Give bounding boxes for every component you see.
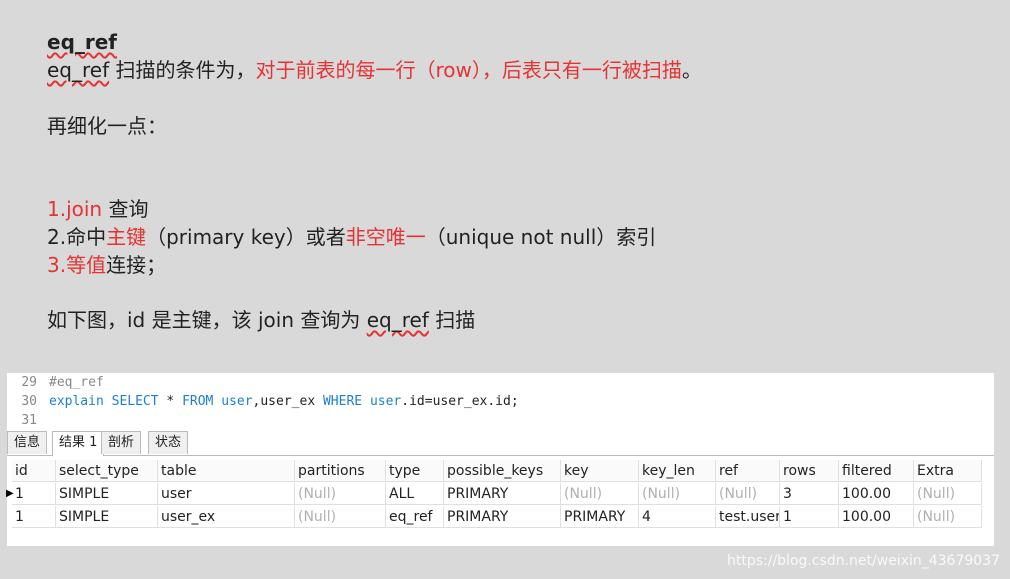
line-number: 29	[21, 375, 37, 390]
table-cell[interactable]: 4	[639, 506, 716, 528]
table-cell[interactable]: user_ex	[158, 506, 295, 528]
sql-keyword: SELECT	[103, 394, 159, 409]
column-header[interactable]: filtered	[839, 460, 914, 482]
line1-end: 。	[681, 58, 702, 82]
editor-line: 31	[7, 412, 994, 425]
table-cell-null[interactable]: (Null)	[716, 483, 780, 505]
table-cell-null[interactable]: (Null)	[561, 483, 639, 505]
tab-info[interactable]: 信息	[7, 431, 48, 454]
lastline-term: eq_ref	[366, 308, 429, 332]
table-cell-null[interactable]: (Null)	[639, 483, 716, 505]
column-header[interactable]: possible_keys	[444, 460, 561, 482]
column-header[interactable]: partitions	[295, 460, 386, 482]
column-header[interactable]: table	[158, 460, 295, 482]
sql-identifier: user	[362, 394, 402, 409]
table-cell[interactable]: PRIMARY	[561, 506, 639, 528]
query-panel: 29 #eq_ref 30 explain SELECT * FROM user,u…	[6, 373, 994, 546]
table-row[interactable]: 1 SIMPLE user_ex (Null) eq_ref PRIMARY P…	[12, 506, 982, 528]
table-cell[interactable]: test.user.	[716, 506, 780, 528]
table-cell[interactable]: 3	[780, 483, 839, 505]
table-row[interactable]: ▶ 1 SIMPLE user (Null) ALL PRIMARY (Null…	[6, 483, 982, 505]
heading: eq_ref	[47, 30, 118, 54]
tab-profile[interactable]: 剖析	[101, 431, 142, 454]
item3-red: 3.等值	[47, 253, 107, 277]
editor-line: 30 explain SELECT * FROM user,user_ex WHE…	[7, 393, 994, 411]
table-cell-null[interactable]: (Null)	[295, 506, 386, 528]
item1-rest: 查询	[102, 197, 149, 221]
table-cell[interactable]: 100.00	[839, 506, 914, 528]
result-tabs: 信息 结果 1 剖析 状态	[7, 429, 994, 456]
column-header[interactable]: key	[561, 460, 639, 482]
table-cell[interactable]: eq_ref	[386, 506, 444, 528]
table-cell[interactable]: PRIMARY	[444, 506, 561, 528]
sql-token: *	[158, 394, 183, 409]
line-number: 30	[21, 394, 37, 409]
column-header[interactable]: rows	[780, 460, 839, 482]
line2: 再细化一点：	[47, 114, 167, 138]
table-cell[interactable]: 100.00	[839, 483, 914, 505]
sql-comment: #eq_ref	[49, 375, 104, 390]
table-cell[interactable]: PRIMARY	[444, 483, 561, 505]
item2-red2: 非空唯一	[345, 225, 426, 249]
item1-num: 1.join	[47, 197, 103, 221]
sql-keyword: explain	[49, 394, 104, 409]
column-header[interactable]: type	[386, 460, 444, 482]
column-header[interactable]: select_type	[56, 460, 158, 482]
table-cell[interactable]: SIMPLE	[56, 483, 158, 505]
column-header[interactable]: id	[12, 460, 56, 482]
sql-editor[interactable]: 29 #eq_ref 30 explain SELECT * FROM user,u…	[7, 373, 994, 425]
table-cell[interactable]: 1	[12, 483, 56, 505]
line1-red: 对于前表的每一行（row），后表只有一行被扫描	[255, 58, 682, 82]
table-cell-null[interactable]: (Null)	[914, 483, 982, 505]
table-cell-null[interactable]: (Null)	[295, 483, 386, 505]
column-header[interactable]: key_len	[639, 460, 716, 482]
sql-token: .id=user_ex.id;	[401, 394, 519, 409]
sql-token: ,user_ex	[252, 394, 323, 409]
sql-identifier: user	[213, 394, 253, 409]
sql-keyword: WHERE	[322, 394, 363, 409]
column-header[interactable]: ref	[716, 460, 780, 482]
item2-prefix: 2.命中	[47, 225, 107, 249]
table-cell[interactable]: user	[158, 483, 295, 505]
line-number: 31	[21, 413, 37, 425]
watermark: https://blog.csdn.net/weixin_43679037	[726, 553, 1000, 569]
term-eqref: eq_ref	[47, 58, 110, 82]
table-cell-null[interactable]: (Null)	[914, 506, 982, 528]
column-header[interactable]: Extra	[914, 460, 982, 482]
table-cell[interactable]: 1	[780, 506, 839, 528]
editor-line: 29 #eq_ref	[7, 374, 994, 392]
tab-result-1[interactable]: 结果 1	[52, 431, 105, 456]
item2-end: （unique not null）索引	[425, 225, 657, 249]
sql-keyword: FROM	[182, 394, 214, 409]
item2-mid: （primary key）或者	[146, 225, 346, 249]
tab-status[interactable]: 状态	[148, 431, 189, 454]
table-cell[interactable]: SIMPLE	[56, 506, 158, 528]
item2-red1: 主键	[106, 225, 147, 249]
lastline-post: 扫描	[428, 308, 476, 332]
grid-header-row: id select_type table partitions type pos…	[12, 460, 982, 482]
item3-rest: 连接；	[106, 253, 167, 277]
table-cell[interactable]: 1	[12, 506, 56, 528]
table-cell[interactable]: ALL	[386, 483, 444, 505]
lastline-pre: 如下图，id 是主键，该 join 查询为	[47, 308, 367, 332]
line1-mid: 扫描的条件为，	[109, 58, 256, 82]
